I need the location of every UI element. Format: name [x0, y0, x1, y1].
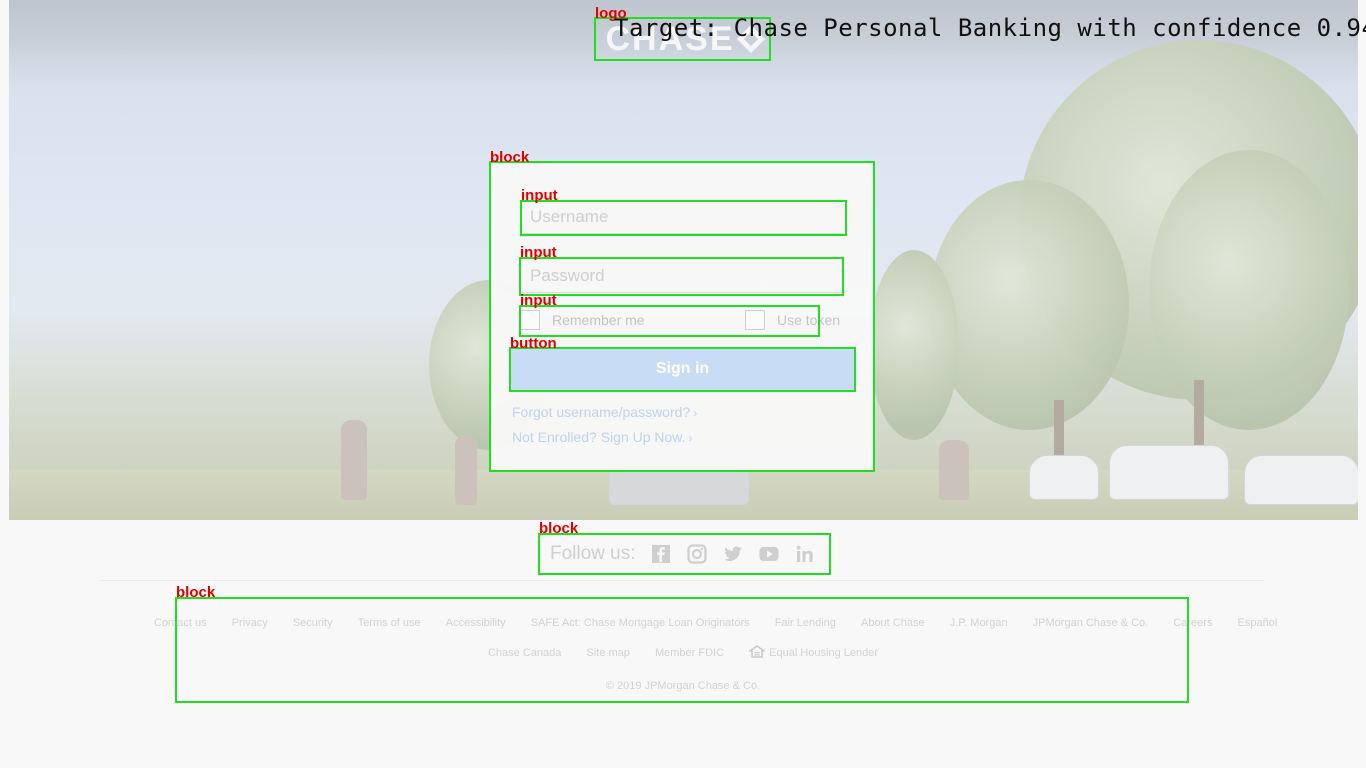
footer-link-chase-canada[interactable]: Chase Canada — [488, 647, 561, 659]
detection-label-username: input — [521, 187, 558, 204]
detection-label-follow: block — [539, 520, 579, 537]
login-card: Remember me Use token Sign in Forgot use… — [490, 162, 874, 472]
forgot-credentials-link[interactable]: Forgot username/password? › — [512, 404, 697, 420]
copyright-text: © 2019 JPMorgan Chase & Co. — [605, 680, 761, 692]
password-input[interactable] — [520, 259, 846, 292]
youtube-icon[interactable] — [758, 544, 780, 564]
footer-link-member-fdic[interactable]: Member FDIC — [655, 647, 724, 659]
linkedin-icon[interactable] — [794, 544, 816, 564]
chevron-right-icon: › — [688, 431, 693, 445]
footer-link-espanol[interactable]: Español — [1238, 617, 1278, 629]
page: CHASE Remember me Use token Sign in Forg… — [0, 0, 1366, 768]
footer-link-accessibility[interactable]: Accessibility — [446, 617, 506, 629]
use-token-label: Use token — [777, 312, 841, 328]
chevron-right-icon: › — [693, 406, 698, 420]
twitter-icon[interactable] — [722, 544, 744, 564]
use-token-box[interactable] — [745, 310, 765, 330]
footer-link-privacy[interactable]: Privacy — [232, 617, 268, 629]
login-options: Remember me Use token — [520, 306, 850, 336]
instagram-icon[interactable] — [686, 544, 708, 564]
remember-me-checkbox[interactable]: Remember me — [520, 310, 645, 330]
footer-link-jpmorgan-chase[interactable]: JPMorgan Chase & Co. — [1033, 617, 1149, 629]
username-field[interactable] — [520, 200, 846, 234]
remember-me-label: Remember me — [552, 312, 645, 328]
detection-label-password: input — [520, 244, 557, 261]
password-field[interactable] — [520, 259, 846, 293]
remember-me-box[interactable] — [520, 310, 540, 330]
copyright-row: © 2019 JPMorgan Chase & Co. — [0, 674, 1366, 693]
footer-link-site-map[interactable]: Site map — [586, 647, 629, 659]
equal-housing-icon — [749, 645, 766, 658]
footer-link-about[interactable]: About Chase — [861, 617, 925, 629]
footer-link-contact[interactable]: Contact us — [154, 617, 207, 629]
detection-label-signin: button — [510, 335, 557, 352]
detection-banner: Target: Chase Personal Banking with conf… — [614, 14, 1366, 42]
footer-links-primary: Contact us Privacy Security Terms of use… — [154, 611, 1297, 630]
follow-us-bar: Follow us: — [539, 534, 830, 574]
footer-links-secondary: Chase Canada Site map Member FDIC Equal … — [0, 641, 1366, 660]
footer-link-terms[interactable]: Terms of use — [358, 617, 421, 629]
enroll-link[interactable]: Not Enrolled? Sign Up Now. › — [512, 429, 693, 445]
detection-label-checkbox: input — [520, 292, 557, 309]
detection-label-footer: block — [176, 584, 216, 601]
footer-link-security[interactable]: Security — [293, 617, 333, 629]
footer-link-fair-lending[interactable]: Fair Lending — [775, 617, 836, 629]
use-token-checkbox[interactable]: Use token — [745, 310, 840, 330]
follow-us-label: Follow us: — [550, 543, 636, 564]
footer-link-careers[interactable]: Careers — [1173, 617, 1212, 629]
footer-link-jpmorgan[interactable]: J.P. Morgan — [950, 617, 1008, 629]
username-input[interactable] — [520, 200, 846, 233]
footer-link-safe-act[interactable]: SAFE Act: Chase Mortgage Loan Originator… — [531, 617, 750, 629]
detection-label-login-block: block — [490, 149, 530, 166]
sign-in-button[interactable]: Sign in — [510, 348, 855, 390]
footer-divider — [100, 580, 1264, 581]
facebook-icon[interactable] — [650, 544, 672, 564]
footer-link-equal-housing[interactable]: Equal Housing Lender — [749, 645, 878, 659]
